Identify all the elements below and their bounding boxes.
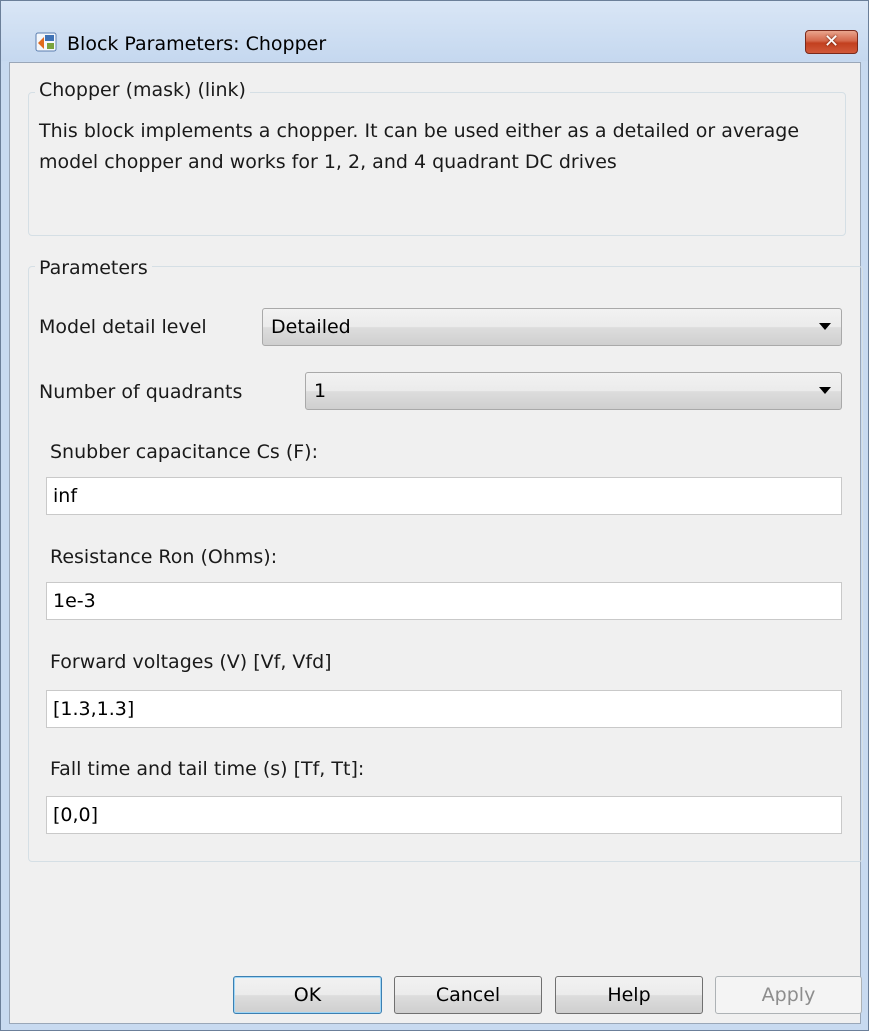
resistance-ron-label: Resistance Ron (Ohms):	[50, 546, 278, 568]
simulink-block-icon	[35, 31, 57, 53]
mask-description-text: This block implements a chopper. It can …	[39, 120, 800, 173]
model-detail-level-value: Detailed	[271, 316, 351, 338]
window-title: Block Parameters: Chopper	[67, 33, 327, 55]
parameters-group-legend: Parameters	[35, 256, 152, 280]
chevron-down-icon	[819, 323, 831, 330]
number-of-quadrants-dropdown[interactable]: 1	[305, 372, 842, 410]
ok-button[interactable]: OK	[233, 976, 382, 1014]
fall-tail-time-label: Fall time and tail time (s) [Tf, Tt]:	[50, 758, 365, 780]
number-of-quadrants-value: 1	[314, 380, 327, 402]
model-detail-level-dropdown[interactable]: Detailed	[262, 308, 842, 346]
dialog-body: Chopper (mask) (link) This block impleme…	[9, 62, 863, 1024]
model-detail-level-label: Model detail level	[39, 316, 207, 338]
fall-tail-time-field[interactable]	[46, 796, 842, 834]
mask-group-legend: Chopper (mask) (link)	[35, 78, 250, 102]
close-button[interactable]: ✕	[805, 30, 858, 54]
chevron-down-icon	[819, 387, 831, 394]
resistance-ron-field[interactable]	[46, 582, 842, 620]
title-bar[interactable]: Block Parameters: Chopper ✕	[1, 1, 868, 61]
cancel-button[interactable]: Cancel	[394, 976, 542, 1014]
snubber-capacitance-label: Snubber capacitance Cs (F):	[50, 441, 318, 463]
dialog-window: Block Parameters: Chopper ✕ Chopper (mas…	[0, 0, 869, 1031]
apply-button[interactable]: Apply	[715, 976, 862, 1014]
help-button[interactable]: Help	[555, 976, 703, 1014]
snubber-capacitance-field[interactable]	[46, 477, 842, 515]
number-of-quadrants-label: Number of quadrants	[39, 381, 243, 403]
forward-voltages-field[interactable]	[46, 690, 842, 728]
forward-voltages-label: Forward voltages (V) [Vf, Vfd]	[50, 651, 332, 673]
close-icon: ✕	[823, 31, 840, 52]
